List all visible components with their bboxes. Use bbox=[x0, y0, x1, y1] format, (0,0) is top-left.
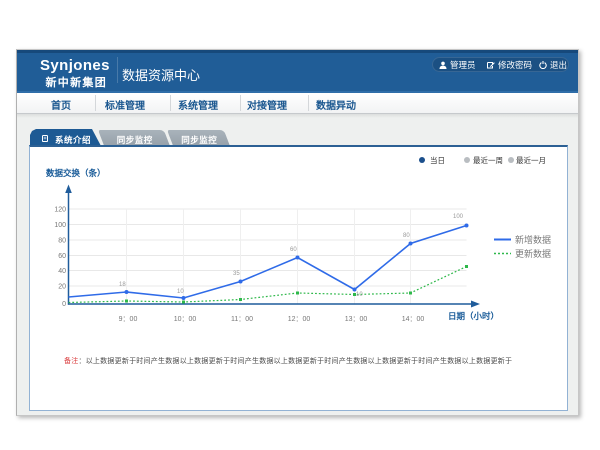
svg-text:9：00: 9：00 bbox=[119, 316, 138, 323]
svg-text:18: 18 bbox=[119, 282, 126, 288]
svg-text:35: 35 bbox=[233, 271, 240, 277]
svg-text:80: 80 bbox=[58, 238, 66, 245]
svg-text:11：00: 11：00 bbox=[231, 316, 253, 323]
svg-text:120: 120 bbox=[54, 207, 66, 214]
svg-text:40: 40 bbox=[58, 268, 66, 275]
svg-text:更新数据: 更新数据 bbox=[515, 248, 551, 259]
svg-text:20: 20 bbox=[58, 284, 66, 291]
svg-text:新增数据: 新增数据 bbox=[515, 234, 551, 245]
svg-text:13：00: 13：00 bbox=[345, 316, 368, 323]
svg-text:60: 60 bbox=[58, 253, 66, 260]
svg-text:10: 10 bbox=[177, 289, 184, 295]
svg-text:100: 100 bbox=[453, 214, 464, 220]
svg-text:10：00: 10：00 bbox=[174, 316, 197, 323]
svg-text:100: 100 bbox=[54, 222, 66, 229]
svg-text:60: 60 bbox=[290, 247, 297, 253]
svg-text:12：00: 12：00 bbox=[288, 316, 311, 323]
svg-text:80: 80 bbox=[403, 233, 410, 239]
svg-text:14：00: 14：00 bbox=[402, 316, 425, 323]
svg-text:日期（小时）: 日期（小时） bbox=[448, 311, 499, 321]
svg-text:数据交换（条）: 数据交换（条） bbox=[46, 168, 106, 178]
svg-text:10: 10 bbox=[356, 292, 363, 298]
svg-text:0: 0 bbox=[62, 301, 66, 308]
